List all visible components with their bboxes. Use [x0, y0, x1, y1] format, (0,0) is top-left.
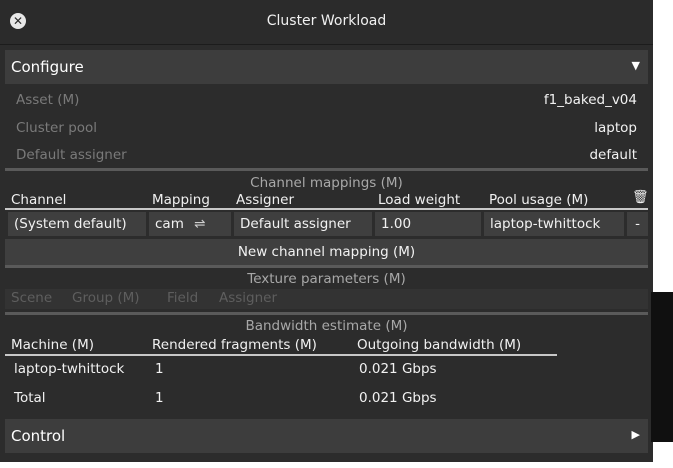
- control-section-header[interactable]: Control ▶: [5, 419, 648, 453]
- default-assigner-row: Default assigner default: [5, 142, 648, 170]
- assigner-header[interactable]: Assigner: [236, 192, 294, 208]
- channel-header[interactable]: Channel: [11, 192, 66, 208]
- channel-mappings-title: Channel mappings (M): [250, 175, 403, 191]
- bandwidth-estimate-title: Bandwidth estimate (M): [245, 318, 408, 334]
- load-weight-header[interactable]: Load weight: [378, 192, 460, 208]
- asset-row: Asset (M) f1_baked_v04: [5, 87, 648, 115]
- channel-cell[interactable]: (System default): [8, 212, 146, 236]
- triangle-down-icon[interactable]: ▼: [632, 59, 640, 72]
- new-channel-mapping-button[interactable]: New channel mapping (M): [5, 239, 648, 265]
- bandwidth-cell: 0.021 Gbps: [359, 361, 437, 377]
- load-weight-cell[interactable]: 1.00: [375, 212, 481, 236]
- window-title: Cluster Workload: [266, 13, 387, 29]
- default-assigner-value[interactable]: default: [589, 147, 637, 163]
- texture-parameters-title: Texture parameters (M): [247, 271, 406, 287]
- asset-value[interactable]: f1_baked_v04: [544, 92, 637, 108]
- asset-label: Asset (M): [16, 92, 80, 108]
- trash-icon[interactable]: 🗑: [632, 190, 649, 205]
- remove-row-button[interactable]: -: [627, 212, 648, 236]
- configure-label: Configure: [11, 58, 84, 76]
- rendered-fragments-header[interactable]: Rendered fragments (M): [152, 337, 317, 353]
- mapping-header[interactable]: Mapping: [152, 192, 210, 208]
- mapping-cell[interactable]: cam ⇌: [149, 212, 231, 236]
- configure-section-header[interactable]: Configure ▼: [5, 50, 648, 84]
- cluster-workload-window: ✕ Cluster Workload Configure ▼ Asset (M)…: [0, 0, 653, 462]
- cluster-pool-value[interactable]: laptop: [594, 120, 637, 136]
- scene-header[interactable]: Scene: [11, 290, 52, 306]
- machine-header[interactable]: Machine (M): [11, 337, 94, 353]
- title-bar: ✕ Cluster Workload: [0, 0, 653, 45]
- default-assigner-label: Default assigner: [16, 147, 127, 163]
- mapping-value: cam: [155, 216, 184, 232]
- group-header[interactable]: Group (M): [72, 290, 140, 306]
- machine-cell: laptop-twhittock: [14, 361, 125, 377]
- cluster-pool-row: Cluster pool laptop: [5, 115, 648, 143]
- cluster-pool-label: Cluster pool: [16, 120, 98, 136]
- total-fragments-cell: 1: [155, 390, 164, 406]
- total-bandwidth-cell: 0.021 Gbps: [359, 390, 437, 406]
- control-label: Control: [11, 427, 66, 445]
- divider: [5, 312, 648, 315]
- outgoing-bandwidth-header[interactable]: Outgoing bandwidth (M): [357, 337, 521, 353]
- divider: [5, 168, 648, 171]
- texture-assigner-header[interactable]: Assigner: [219, 290, 277, 306]
- assigner-cell[interactable]: Default assigner: [234, 212, 372, 236]
- mapping-drag-icon[interactable]: ⇌: [194, 216, 205, 232]
- triangle-right-icon[interactable]: ▶: [632, 428, 640, 441]
- bandwidth-header-underline: [5, 354, 557, 356]
- pool-usage-cell[interactable]: laptop-twhittock: [484, 212, 624, 236]
- field-header[interactable]: Field: [167, 290, 198, 306]
- total-label: Total: [14, 390, 46, 406]
- background-panel: [651, 292, 673, 442]
- header-underline: [5, 208, 648, 210]
- divider: [5, 265, 648, 268]
- pool-usage-header[interactable]: Pool usage (M): [489, 192, 588, 208]
- fragments-cell: 1: [155, 361, 164, 377]
